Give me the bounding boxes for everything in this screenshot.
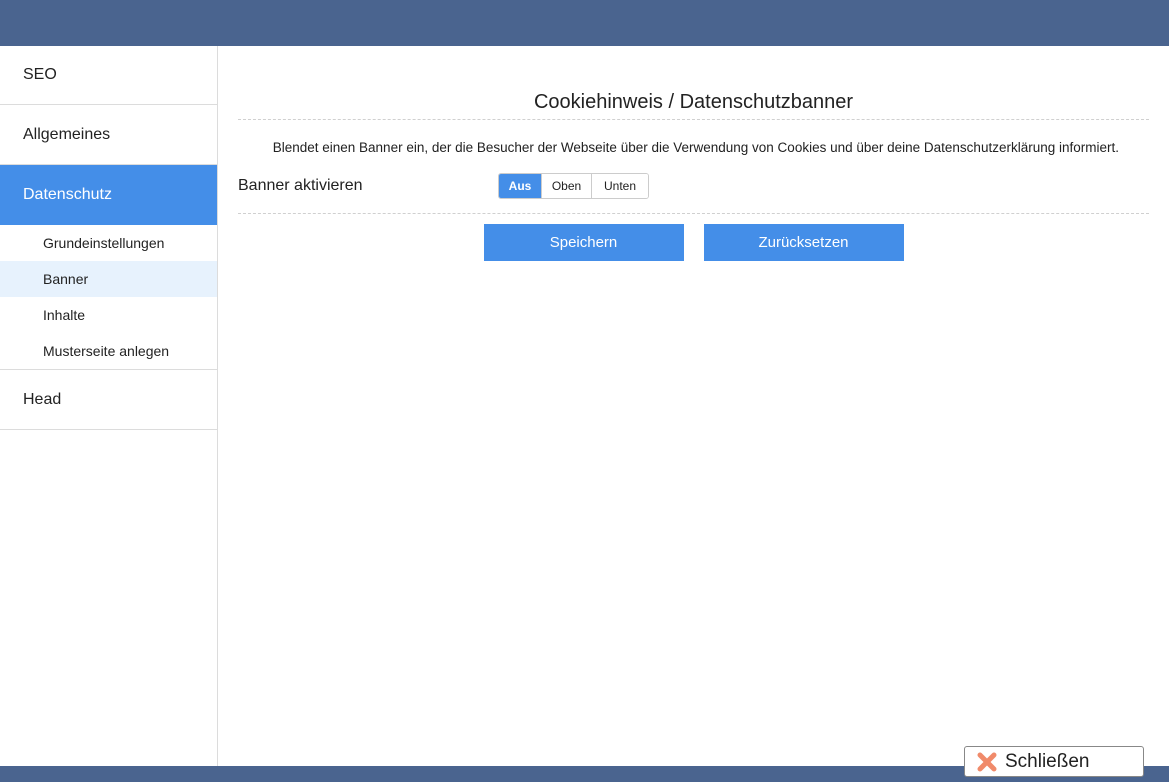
- subnav-item-grundeinstellungen[interactable]: Grundeinstellungen: [0, 225, 217, 261]
- banner-setting-label: Banner aktivieren: [238, 176, 363, 194]
- sidebar-subnav: Grundeinstellungen Banner Inhalte Muster…: [0, 225, 217, 370]
- subnav-item-musterseite[interactable]: Musterseite anlegen: [0, 333, 217, 369]
- sidebar-item-label: Head: [23, 390, 62, 408]
- close-icon: [977, 752, 997, 772]
- sidebar: SEO Allgemeines Datenschutz Grundeinstel…: [0, 46, 218, 766]
- top-bar: [0, 0, 1169, 46]
- sidebar-item-head[interactable]: Head: [0, 370, 217, 430]
- subnav-item-label: Grundeinstellungen: [43, 235, 165, 251]
- close-button[interactable]: Schließen: [964, 746, 1144, 777]
- close-button-label: Schließen: [1005, 750, 1090, 772]
- sidebar-item-label: Allgemeines: [23, 125, 111, 143]
- subnav-item-label: Inhalte: [43, 307, 86, 323]
- main-content: Cookiehinweis / Datenschutzbanner Blende…: [238, 46, 1149, 261]
- reset-button[interactable]: Zurücksetzen: [703, 224, 904, 261]
- subnav-item-label: Banner: [43, 271, 89, 287]
- subnav-item-label: Musterseite anlegen: [43, 343, 170, 359]
- banner-description: Blendet einen Banner ein, der die Besuch…: [272, 140, 1119, 155]
- banner-option-oben[interactable]: Oben: [542, 173, 592, 198]
- banner-position-toggle: Aus Oben Unten: [498, 172, 649, 199]
- subnav-item-banner[interactable]: Banner: [0, 261, 217, 297]
- sidebar-item-label: Datenschutz: [23, 186, 112, 203]
- banner-option-unten[interactable]: Unten: [592, 173, 648, 198]
- sidebar-item-datenschutz[interactable]: Datenschutz: [0, 165, 217, 225]
- sidebar-item-seo[interactable]: SEO: [0, 46, 217, 105]
- sidebar-item-allgemeines[interactable]: Allgemeines: [0, 105, 217, 165]
- page-title: Cookiehinweis / Datenschutzbanner: [238, 46, 1149, 120]
- banner-option-aus[interactable]: Aus: [499, 173, 542, 198]
- subnav-item-inhalte[interactable]: Inhalte: [0, 297, 217, 333]
- form-actions: Speichern Zurücksetzen: [238, 224, 1149, 261]
- sidebar-item-label: SEO: [23, 66, 57, 83]
- save-button[interactable]: Speichern: [483, 224, 684, 261]
- banner-setting-row: Banner aktivieren Aus Oben Unten: [238, 168, 1149, 214]
